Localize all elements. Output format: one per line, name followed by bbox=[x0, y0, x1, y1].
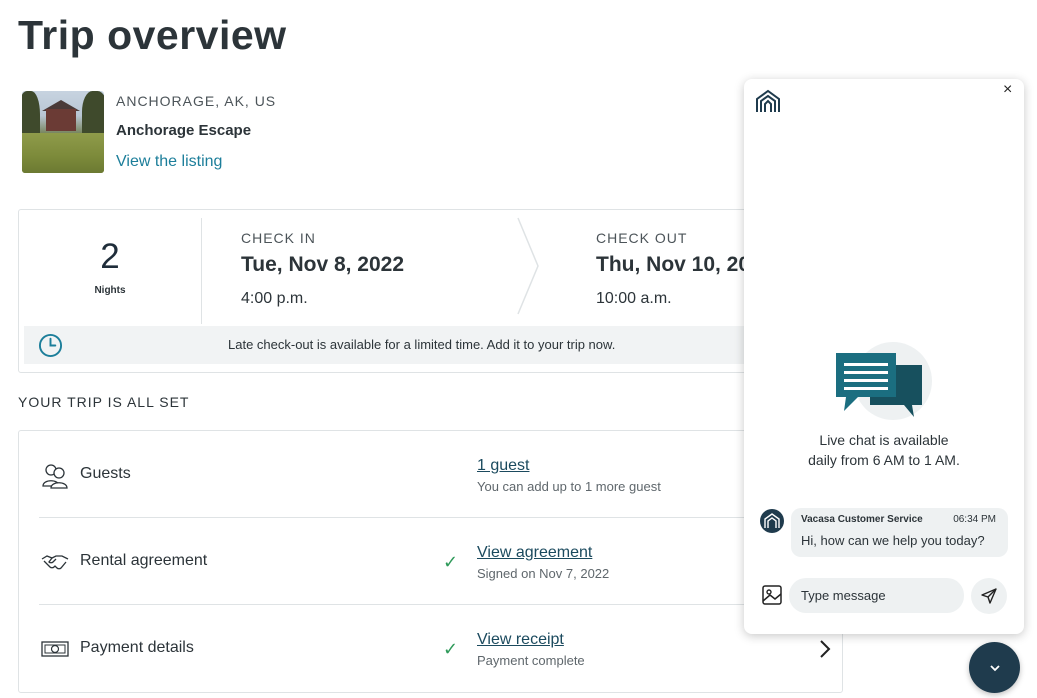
view-agreement-link[interactable]: View agreement bbox=[477, 544, 592, 562]
page-title: Trip overview bbox=[18, 12, 287, 58]
chat-message: Vacasa Customer Service 06:34 PM Hi, how… bbox=[791, 508, 1008, 557]
close-icon[interactable]: × bbox=[1003, 81, 1012, 99]
check-out-heading: CHECK OUT bbox=[596, 230, 688, 246]
chat-availability-line2: daily from 6 AM to 1 AM. bbox=[808, 452, 960, 468]
agreement-subtext: Signed on Nov 7, 2022 bbox=[477, 566, 610, 581]
clock-icon bbox=[38, 333, 63, 358]
send-button[interactable] bbox=[971, 578, 1007, 614]
handshake-icon bbox=[41, 555, 69, 570]
listing-location: ANCHORAGE, AK, US bbox=[116, 93, 277, 109]
check-in: CHECK IN Tue, Nov 8, 2022 4:00 p.m. bbox=[241, 230, 404, 308]
check-out-time: 10:00 a.m. bbox=[596, 290, 672, 307]
nights-count: 2 bbox=[100, 237, 120, 276]
money-icon bbox=[41, 641, 69, 657]
check-in-time: 4:00 p.m. bbox=[241, 290, 308, 307]
message-sender: Vacasa Customer Service bbox=[801, 514, 923, 525]
check-in-heading: CHECK IN bbox=[241, 230, 316, 246]
chevron-down-icon bbox=[989, 664, 1000, 671]
trip-details-card: Guests 1 guest You can add up to 1 more … bbox=[18, 430, 844, 693]
chat-panel: × Live chat is available daily from 6 AM… bbox=[744, 79, 1024, 634]
vacasa-logo-icon bbox=[756, 89, 780, 112]
chevron-right-icon[interactable] bbox=[817, 638, 833, 660]
check-icon: ✓ bbox=[443, 552, 459, 572]
view-receipt-link[interactable]: View receipt bbox=[477, 631, 564, 649]
check-out-date: Thu, Nov 10, 2022 bbox=[596, 253, 758, 276]
listing-name: Anchorage Escape bbox=[116, 122, 252, 139]
chat-bubbles-icon bbox=[836, 342, 932, 420]
guests-label: Guests bbox=[80, 465, 131, 482]
chat-availability-line1: Live chat is available bbox=[819, 432, 949, 448]
listing-info: ANCHORAGE, AK, US Anchorage Escape View … bbox=[116, 91, 276, 173]
check-icon: ✓ bbox=[443, 639, 459, 659]
late-checkout-banner[interactable]: Late check-out is available for a limite… bbox=[24, 326, 757, 364]
listing-summary: ANCHORAGE, AK, US Anchorage Escape View … bbox=[22, 91, 276, 173]
view-listing-link[interactable]: View the listing bbox=[116, 153, 276, 171]
nights-label: Nights bbox=[94, 285, 126, 296]
check-out: CHECK OUT Thu, Nov 10, 2022 10:00 a.m. bbox=[596, 230, 758, 308]
chat-availability: Live chat is available daily from 6 AM t… bbox=[744, 430, 1024, 470]
message-text: Hi, how can we help you today? bbox=[801, 533, 985, 548]
trip-row-guests[interactable]: Guests 1 guest You can add up to 1 more … bbox=[39, 431, 844, 518]
listing-photo[interactable] bbox=[22, 91, 104, 173]
payment-subtext: Payment complete bbox=[477, 653, 585, 668]
chat-toggle-button[interactable] bbox=[969, 642, 1020, 693]
trip-status-heading: YOUR TRIP IS ALL SET bbox=[18, 394, 190, 410]
payment-details-label: Payment details bbox=[80, 639, 194, 656]
send-icon bbox=[981, 588, 997, 604]
trip-row-rental-agreement[interactable]: Rental agreement ✓ View agreement Signed… bbox=[39, 518, 844, 605]
vacasa-logo-icon bbox=[764, 513, 780, 528]
date-divider-chevron-icon bbox=[517, 217, 539, 315]
stay-dates-card: 2 Nights CHECK IN Tue, Nov 8, 2022 4:00 … bbox=[18, 209, 758, 373]
chat-message-input[interactable] bbox=[789, 578, 964, 613]
message-time: 06:34 PM bbox=[953, 514, 996, 525]
late-checkout-text: Late check-out is available for a limite… bbox=[228, 337, 616, 352]
guests-value-link[interactable]: 1 guest bbox=[477, 457, 529, 475]
rental-agreement-label: Rental agreement bbox=[80, 552, 208, 569]
agent-avatar bbox=[760, 509, 784, 533]
guests-subtext: You can add up to 1 more guest bbox=[477, 479, 661, 494]
nights-summary: 2 Nights bbox=[19, 218, 202, 324]
guests-icon bbox=[42, 464, 68, 489]
image-icon[interactable] bbox=[761, 584, 783, 606]
trip-row-payment-details[interactable]: Payment details ✓ View receipt Payment c… bbox=[39, 605, 844, 692]
check-in-date: Tue, Nov 8, 2022 bbox=[241, 253, 405, 276]
